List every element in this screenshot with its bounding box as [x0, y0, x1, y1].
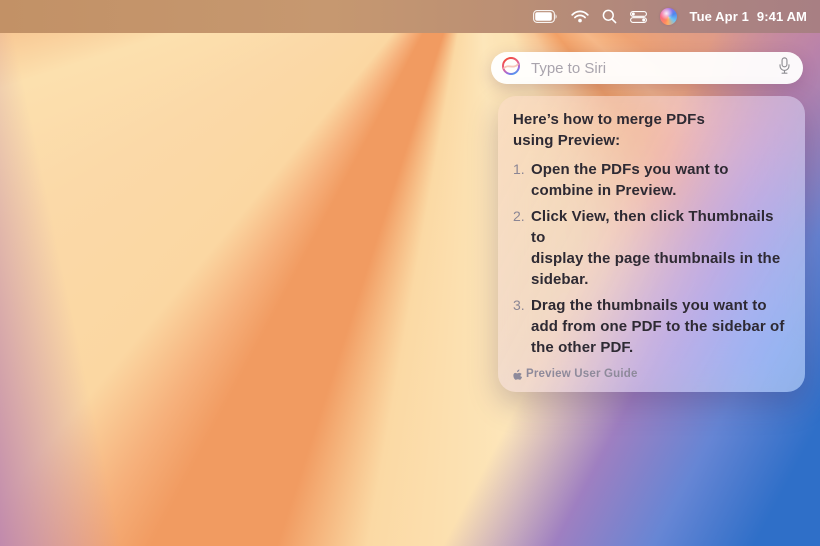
menu-bar: Tue Apr 1 9:41 AM [0, 0, 820, 33]
menu-bar-date: Tue Apr 1 [690, 9, 749, 24]
source-link-label: Preview User Guide [526, 368, 638, 380]
preview-user-guide-link[interactable]: Preview User Guide [513, 368, 789, 380]
siri-glyph-icon [501, 56, 521, 81]
type-to-siri-field[interactable] [491, 52, 803, 84]
step-text: Click View, then click Thumbnails to dis… [531, 206, 789, 290]
battery-icon[interactable] [533, 10, 558, 23]
siri-text-input[interactable] [529, 59, 770, 78]
step-text: Open the PDFs you want to combine in Pre… [531, 159, 729, 201]
menu-bar-time: 9:41 AM [757, 9, 807, 24]
step-number: 3. [513, 295, 531, 316]
siri-response-card: Here’s how to merge PDFs using Preview: … [498, 96, 805, 392]
response-steps-list: 1. Open the PDFs you want to combine in … [513, 159, 789, 358]
apple-logo-icon [513, 369, 522, 380]
step-number: 2. [513, 206, 531, 227]
list-item: 2. Click View, then click Thumbnails to … [513, 206, 789, 290]
siri-icon[interactable] [660, 8, 677, 25]
wifi-icon[interactable] [571, 10, 589, 23]
search-icon[interactable] [602, 9, 617, 24]
list-item: 1. Open the PDFs you want to combine in … [513, 159, 789, 201]
control-center-icon[interactable] [630, 11, 647, 23]
list-item: 3. Drag the thumbnails you want to add f… [513, 295, 789, 358]
desktop-screen: Tue Apr 1 9:41 AM [0, 0, 820, 546]
step-text: Drag the thumbnails you want to add from… [531, 295, 784, 358]
microphone-icon[interactable] [778, 57, 791, 80]
step-number: 1. [513, 159, 531, 180]
response-title: Here’s how to merge PDFs using Preview: [513, 109, 789, 151]
menu-bar-clock[interactable]: Tue Apr 1 9:41 AM [690, 9, 808, 24]
